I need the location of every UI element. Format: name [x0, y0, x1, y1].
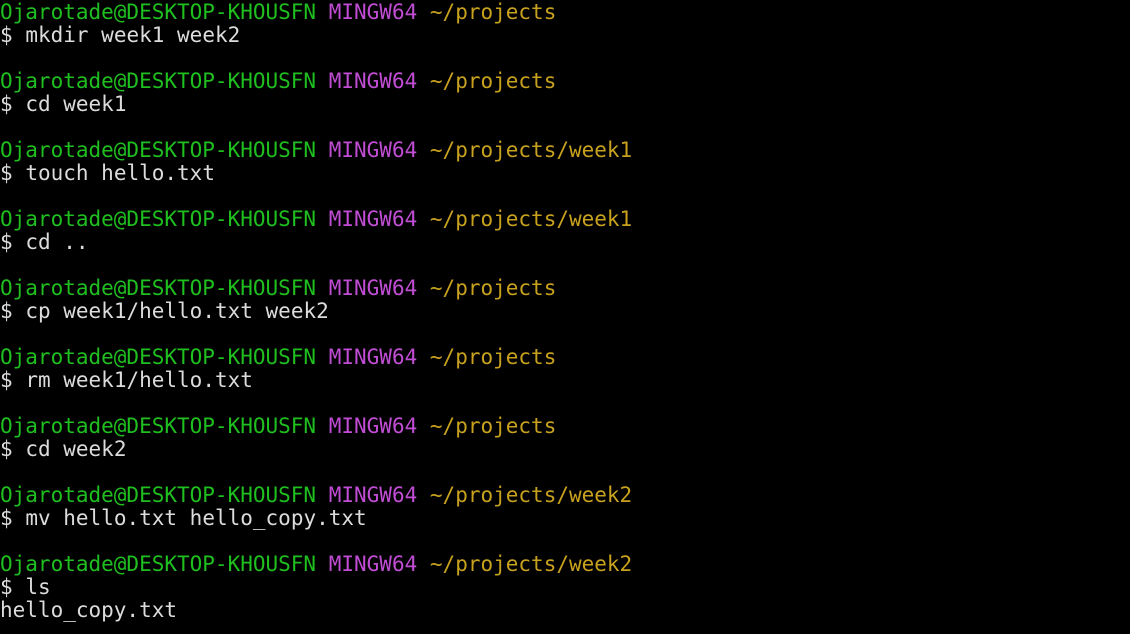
prompt-user-host: Ojarotade@DESKTOP-KHOUSFN [0, 276, 317, 300]
command-line: $ mv hello.txt hello_copy.txt [0, 507, 1130, 530]
prompt-path: ~/projects/week2 [429, 483, 633, 507]
prompt-path: ~/projects/week1 [429, 138, 633, 162]
command-text: mkdir week1 week2 [25, 23, 241, 47]
prompt-path: ~/projects [429, 345, 557, 369]
command-line: $ cp week1/hello.txt week2 [0, 300, 1130, 323]
command-text: ls [25, 575, 51, 599]
prompt-system: MINGW64 [328, 69, 418, 93]
prompt-user-host: Ojarotade@DESKTOP-KHOUSFN [0, 207, 317, 231]
prompt-symbol: $ [0, 161, 13, 185]
prompt-system: MINGW64 [328, 138, 418, 162]
prompt-system: MINGW64 [328, 276, 418, 300]
prompt-system: MINGW64 [328, 552, 418, 576]
prompt-symbol: $ [0, 299, 13, 323]
prompt-user-host: Ojarotade@DESKTOP-KHOUSFN [0, 69, 317, 93]
command-text: rm week1/hello.txt [25, 368, 253, 392]
prompt-system: MINGW64 [328, 483, 418, 507]
command-line: $ cd week2 [0, 438, 1130, 461]
output-line: hello_copy.txt [0, 598, 178, 622]
command-text: cp week1/hello.txt week2 [25, 299, 329, 323]
prompt-symbol: $ [0, 368, 13, 392]
command-line: $ cd .. [0, 231, 1130, 254]
command-line: $ mkdir week1 week2 [0, 24, 1130, 47]
prompt-path: ~/projects [429, 276, 557, 300]
prompt-path: ~/projects/week2 [429, 552, 633, 576]
prompt-symbol: $ [0, 23, 13, 47]
prompt-symbol: $ [0, 506, 13, 530]
command-line: $ ls [0, 576, 1130, 599]
command-text: touch hello.txt [25, 161, 215, 185]
prompt-path: ~/projects [429, 414, 557, 438]
command-text: cd .. [25, 230, 89, 254]
prompt-user-host: Ojarotade@DESKTOP-KHOUSFN [0, 345, 317, 369]
prompt-user-host: Ojarotade@DESKTOP-KHOUSFN [0, 138, 317, 162]
prompt-system: MINGW64 [328, 207, 418, 231]
command-text: cd week1 [25, 92, 127, 116]
command-line: $ rm week1/hello.txt [0, 369, 1130, 392]
command-line: $ cd week1 [0, 93, 1130, 116]
prompt-line: Ojarotade@DESKTOP-KHOUSFN MINGW64 ~/proj… [0, 139, 1130, 162]
prompt-line: Ojarotade@DESKTOP-KHOUSFN MINGW64 ~/proj… [0, 70, 1130, 93]
prompt-symbol: $ [0, 92, 13, 116]
prompt-symbol: $ [0, 575, 13, 599]
prompt-system: MINGW64 [328, 414, 418, 438]
prompt-user-host: Ojarotade@DESKTOP-KHOUSFN [0, 483, 317, 507]
prompt-user-host: Ojarotade@DESKTOP-KHOUSFN [0, 414, 317, 438]
prompt-path: ~/projects/week1 [429, 207, 633, 231]
prompt-line: Ojarotade@DESKTOP-KHOUSFN MINGW64 ~/proj… [0, 415, 1130, 438]
prompt-user-host: Ojarotade@DESKTOP-KHOUSFN [0, 552, 317, 576]
command-text: mv hello.txt hello_copy.txt [25, 506, 367, 530]
prompt-path: ~/projects [429, 69, 557, 93]
prompt-line: Ojarotade@DESKTOP-KHOUSFN MINGW64 ~/proj… [0, 484, 1130, 507]
prompt-line: Ojarotade@DESKTOP-KHOUSFN MINGW64 ~/proj… [0, 208, 1130, 231]
prompt-system: MINGW64 [328, 345, 418, 369]
prompt-user-host: Ojarotade@DESKTOP-KHOUSFN [0, 0, 317, 24]
prompt-line: Ojarotade@DESKTOP-KHOUSFN MINGW64 ~/proj… [0, 277, 1130, 300]
prompt-line: Ojarotade@DESKTOP-KHOUSFN MINGW64 ~/proj… [0, 553, 1130, 576]
prompt-symbol: $ [0, 437, 13, 461]
prompt-line: Ojarotade@DESKTOP-KHOUSFN MINGW64 ~/proj… [0, 1, 1130, 24]
prompt-symbol: $ [0, 230, 13, 254]
prompt-line: Ojarotade@DESKTOP-KHOUSFN MINGW64 ~/proj… [0, 346, 1130, 369]
prompt-system: MINGW64 [328, 0, 418, 24]
command-line: $ touch hello.txt [0, 162, 1130, 185]
prompt-path: ~/projects [429, 0, 557, 24]
command-text: cd week2 [25, 437, 127, 461]
terminal-window[interactable]: Ojarotade@DESKTOP-KHOUSFN MINGW64 ~/proj… [0, 0, 1130, 634]
